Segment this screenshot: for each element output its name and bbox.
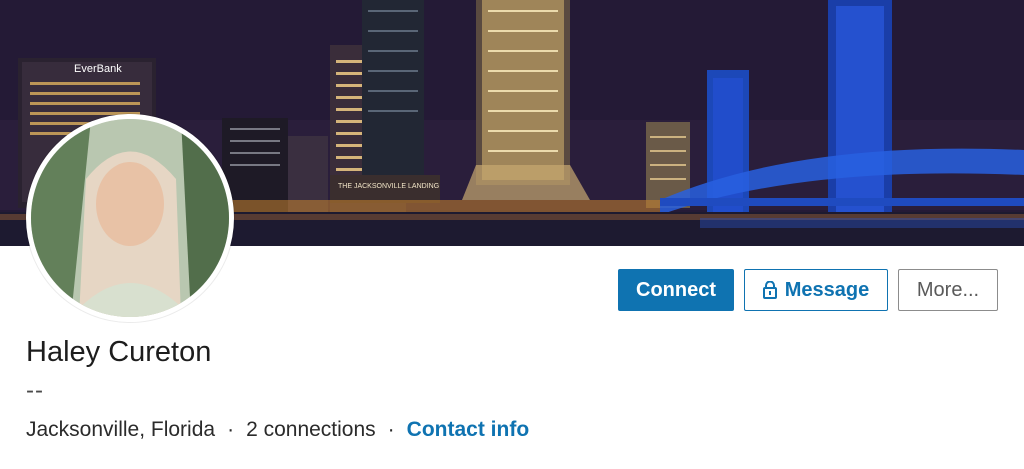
profile-actions: Connect Message More... <box>618 269 998 311</box>
everbank-sign: EverBank <box>74 63 122 75</box>
connect-label: Connect <box>636 278 716 301</box>
lock-icon <box>762 281 777 299</box>
profile-meta: Jacksonville, Florida · 2 connections · … <box>26 418 529 442</box>
profile-name: Haley Cureton <box>26 336 212 368</box>
separator: · <box>227 418 235 441</box>
message-label: Message <box>784 278 870 301</box>
more-button[interactable]: More... <box>898 269 998 311</box>
more-label: More... <box>916 278 980 301</box>
profile-avatar[interactable] <box>26 114 234 322</box>
connect-button[interactable]: Connect <box>618 269 734 311</box>
separator: · <box>387 418 395 441</box>
avatar-photo <box>31 119 229 317</box>
connections-count[interactable]: 2 connections <box>246 418 376 442</box>
profile-location: Jacksonville, Florida <box>26 418 216 441</box>
contact-info-link[interactable]: Contact info <box>407 418 529 442</box>
message-button[interactable]: Message <box>744 269 888 311</box>
profile-headline: -- <box>26 377 44 404</box>
landing-sign: THE JACKSONVILLE LANDING <box>338 183 439 190</box>
